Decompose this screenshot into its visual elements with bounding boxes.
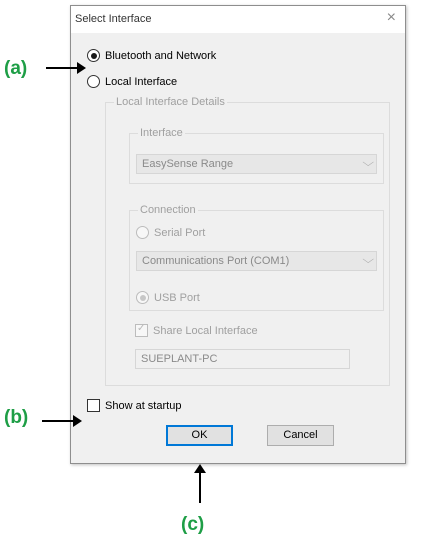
share-local-interface-option[interactable]: Share Local Interface	[135, 323, 258, 337]
annotation-b-arrow	[42, 415, 82, 427]
local-interface-option[interactable]: Local Interface	[87, 75, 177, 88]
annotation-a-arrow	[46, 62, 86, 74]
cancel-button[interactable]: Cancel	[267, 425, 334, 446]
computer-name-value: SUEPLANT-PC	[141, 353, 218, 365]
local-interface-radio[interactable]	[87, 75, 100, 88]
local-interface-label: Local Interface	[105, 75, 178, 88]
show-at-startup-checkbox[interactable]	[87, 399, 100, 412]
local-interface-details-legend: Local Interface Details	[114, 96, 227, 108]
annotation-c-arrow	[194, 464, 206, 503]
serial-port-radio[interactable]	[136, 226, 149, 239]
serial-port-label: Serial Port	[154, 226, 206, 239]
chevron-down-icon: ⌵	[361, 157, 374, 169]
interface-legend: Interface	[138, 127, 185, 139]
connection-group: Connection Serial Port Communications Po…	[129, 204, 384, 311]
interface-group: Interface EasySense Range ⌵	[129, 127, 384, 184]
select-interface-dialog: Select Interface × Bluetooth and Network…	[70, 5, 406, 464]
bluetooth-network-label: Bluetooth and Network	[105, 49, 217, 62]
annotation-c: (c)	[181, 514, 205, 535]
interface-dropdown-value: EasySense Range	[142, 158, 234, 170]
show-at-startup-label: Show at startup	[105, 399, 182, 412]
chevron-down-icon: ⌵	[361, 254, 374, 266]
share-local-interface-checkbox[interactable]	[135, 323, 148, 337]
close-icon[interactable]: ×	[387, 10, 396, 26]
local-interface-details-group: Local Interface Details Interface EasySe…	[105, 96, 390, 386]
bluetooth-network-option[interactable]: Bluetooth and Network	[87, 49, 216, 62]
port-dropdown-value: Communications Port (COM1)	[142, 255, 290, 267]
computer-name-field[interactable]: SUEPLANT-PC	[135, 349, 350, 369]
share-local-interface-label: Share Local Interface	[153, 324, 258, 337]
bluetooth-network-radio[interactable]	[87, 49, 100, 62]
annotation-b: (b)	[4, 407, 29, 428]
ok-button[interactable]: OK	[166, 425, 233, 446]
usb-port-option[interactable]: USB Port	[136, 291, 200, 304]
title-bar: Select Interface ×	[71, 6, 405, 33]
connection-legend: Connection	[138, 204, 198, 216]
dialog-title: Select Interface	[75, 13, 152, 25]
usb-port-label: USB Port	[154, 291, 200, 304]
interface-dropdown[interactable]: EasySense Range ⌵	[136, 154, 377, 174]
show-at-startup-option[interactable]: Show at startup	[87, 399, 181, 412]
port-dropdown[interactable]: Communications Port (COM1) ⌵	[136, 251, 377, 271]
serial-port-option[interactable]: Serial Port	[136, 226, 205, 239]
usb-port-radio[interactable]	[136, 291, 149, 304]
annotation-a: (a)	[4, 58, 28, 79]
